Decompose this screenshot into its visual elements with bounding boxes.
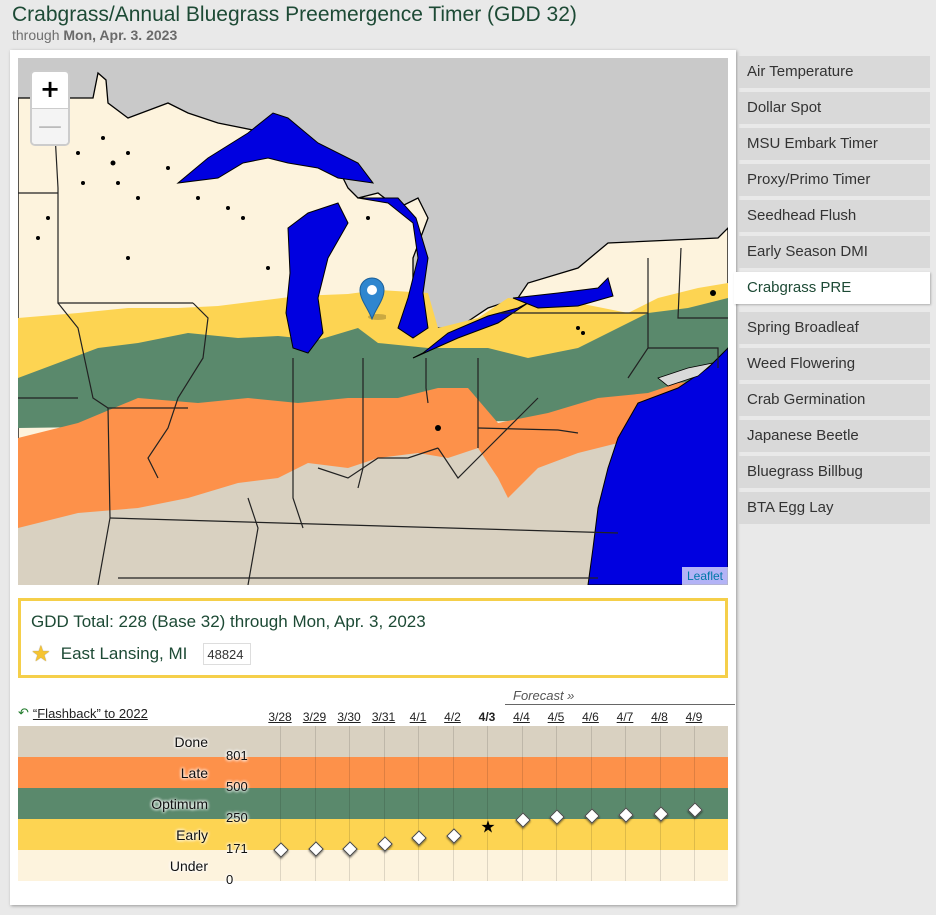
date-header-3-31[interactable]: 3/31 — [372, 710, 395, 724]
star-icon[interactable]: ★ — [31, 643, 51, 665]
band-label-under: Under — [169, 858, 208, 874]
location-name: East Lansing, MI — [60, 644, 188, 663]
gdd-progress-chart: Done Late Optimum Early Under 801 500 250 171 0 ★ — [18, 726, 728, 887]
sidebar-item-bluegrass-billbug[interactable]: Bluegrass Billbug — [738, 456, 930, 488]
date-header-4-6[interactable]: 4/6 — [582, 710, 599, 724]
threshold-tick: 250 — [226, 810, 248, 825]
page-title: Crabgrass/Annual Bluegrass Preemergence … — [12, 3, 577, 26]
threshold-tick: 0 — [226, 872, 234, 887]
threshold-tick: 801 — [226, 748, 248, 763]
band-early — [18, 819, 728, 850]
date-header-3-30[interactable]: 3/30 — [337, 710, 360, 724]
sidebar-item-proxy-primo-timer[interactable]: Proxy/Primo Timer — [738, 164, 930, 196]
date-header-4-4[interactable]: 4/4 — [513, 710, 530, 724]
date-gridline — [349, 726, 350, 881]
page-subtitle: through Mon, Apr. 3. 2023 — [12, 27, 177, 43]
date-gridline — [625, 726, 626, 881]
sidebar-item-air-temperature[interactable]: Air Temperature — [738, 56, 930, 88]
zoom-control: + — — [30, 70, 70, 146]
date-gridline — [314, 726, 316, 881]
map-pin-icon — [359, 277, 386, 320]
gdd-summary-box: GDD Total: 228 (Base 32) through Mon, Ap… — [18, 598, 728, 678]
sidebar-item-dollar-spot[interactable]: Dollar Spot — [738, 92, 930, 124]
date-header-4-2[interactable]: 4/2 — [444, 710, 461, 724]
map-layer — [18, 58, 728, 585]
date-header-3-29[interactable]: 3/29 — [303, 710, 326, 724]
date-gridline — [418, 726, 419, 881]
date-header-4-8[interactable]: 4/8 — [651, 710, 668, 724]
subtitle-date: Mon, Apr. 3. 2023 — [63, 27, 178, 43]
subtitle-prefix: through — [12, 27, 60, 43]
threshold-tick: 171 — [226, 841, 248, 856]
band-label-early: Early — [176, 827, 208, 843]
sidebar-item-bta-egg-lay[interactable]: BTA Egg Lay — [738, 492, 930, 524]
zip-code-input[interactable] — [203, 643, 252, 665]
date-gridline — [487, 726, 488, 881]
date-gridline — [659, 726, 661, 881]
model-sidebar: Air Temperature Dollar Spot MSU Embark Tim… — [734, 56, 930, 528]
current-day-star-marker[interactable]: ★ — [480, 818, 495, 835]
sidebar-item-seedhead-flush[interactable]: Seedhead Flush — [738, 200, 930, 232]
gdd-map[interactable]: + — Leaflet — [18, 58, 728, 585]
gdd-total-text: GDD Total: 228 (Base 32) through Mon, Ap… — [31, 612, 426, 631]
sidebar-item-crab-germination[interactable]: Crab Germination — [738, 384, 930, 416]
map-attribution[interactable]: Leaflet — [681, 567, 728, 585]
date-gridline — [556, 726, 557, 881]
sidebar-item-japanese-beetle[interactable]: Japanese Beetle — [738, 420, 930, 452]
band-under — [18, 850, 728, 881]
date-gridline — [521, 726, 523, 881]
date-header-4-3: 4/3 — [478, 710, 496, 724]
date-gridline — [383, 726, 385, 881]
date-gridline — [590, 726, 592, 881]
band-late — [18, 757, 728, 788]
date-header-4-1[interactable]: 4/1 — [410, 710, 427, 724]
sidebar-item-crabgrass-pre[interactable]: Crabgrass PRE — [734, 272, 930, 304]
date-header-4-7[interactable]: 4/7 — [617, 710, 634, 724]
sidebar-item-early-season-dmi[interactable]: Early Season DMI — [738, 236, 930, 268]
zoom-out-button[interactable]: — — [32, 109, 68, 144]
threshold-tick: 500 — [226, 779, 248, 794]
band-label-done: Done — [174, 734, 208, 750]
band-label-late: Late — [180, 765, 208, 781]
flashback-link-row[interactable]: ↶ “Flashback” to 2022 — [18, 705, 148, 721]
forecast-label: Forecast » — [505, 688, 735, 705]
location-row: ★ East Lansing, MI — [31, 643, 252, 665]
location-marker[interactable] — [358, 276, 386, 320]
undo-arrow-icon: ↶ — [18, 705, 29, 720]
date-header-3-28[interactable]: 3/28 — [268, 710, 291, 724]
main-panel: + — Leaflet GDD Total: 228 (Base 32) thr… — [10, 50, 736, 905]
sidebar-item-msu-embark-timer[interactable]: MSU Embark Timer — [738, 128, 930, 160]
date-gridline — [452, 726, 454, 881]
sidebar-item-weed-flowering[interactable]: Weed Flowering — [738, 348, 930, 380]
zoom-in-button[interactable]: + — [32, 72, 68, 109]
band-label-optimum: Optimum — [151, 796, 208, 812]
band-done — [18, 726, 728, 757]
date-header-4-9[interactable]: 4/9 — [686, 710, 703, 724]
date-header-4-5[interactable]: 4/5 — [548, 710, 565, 724]
flashback-link[interactable]: “Flashback” to 2022 — [33, 706, 148, 721]
sidebar-item-spring-broadleaf[interactable]: Spring Broadleaf — [738, 312, 930, 344]
